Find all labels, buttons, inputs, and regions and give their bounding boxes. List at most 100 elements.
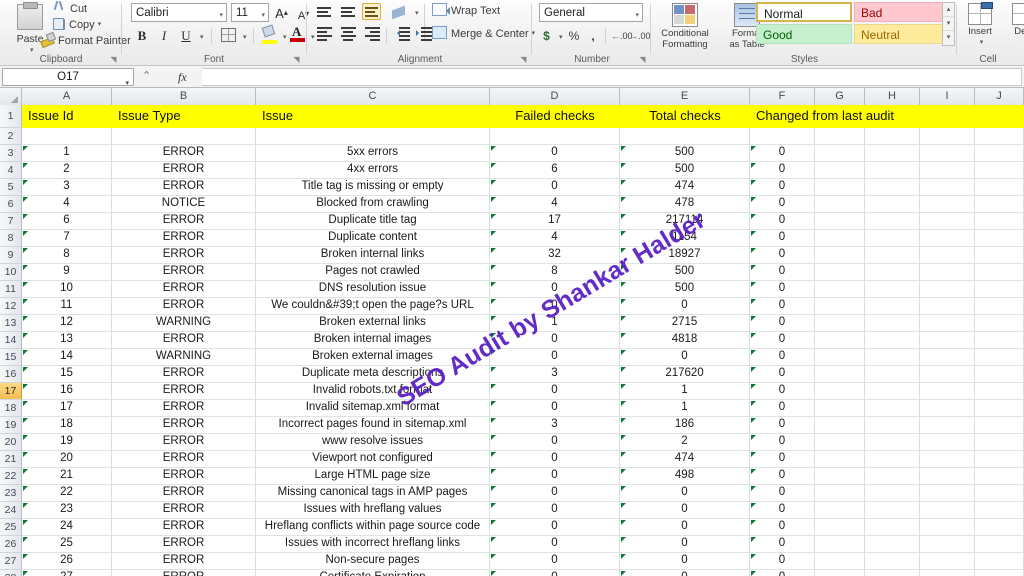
spreadsheet-grid[interactable]: ABCDEFGHIJ 1 2 3 4 5 6 7 8 9 10 11 12 13 14 15 16 17 18 19…	[0, 88, 1024, 576]
increase-decimal-button[interactable]: ←.00	[611, 26, 633, 46]
cell-failed-checks-4[interactable]: 6	[490, 162, 620, 179]
column-title-a[interactable]: Issue Id	[22, 105, 112, 128]
cell-failed-checks-6[interactable]: 4	[490, 196, 620, 213]
cell-H10[interactable]	[865, 264, 920, 281]
cell-G21[interactable]	[815, 451, 865, 468]
cell-failed-checks-20[interactable]: 0	[490, 434, 620, 451]
cell-J11[interactable]	[975, 281, 1024, 298]
cell-issue-type-27[interactable]: ERROR	[112, 553, 256, 570]
cell-H27[interactable]	[865, 553, 920, 570]
collapse-icon[interactable]: ⌃	[142, 69, 151, 82]
cell-issue-5[interactable]: Title tag is missing or empty	[256, 179, 490, 196]
cell-changed-17[interactable]: 0	[750, 383, 815, 400]
cell-changed-26[interactable]: 0	[750, 536, 815, 553]
cell-failed-checks-19[interactable]: 3	[490, 417, 620, 434]
cell-total-checks-2[interactable]	[620, 128, 750, 145]
cell-issue-id-4[interactable]: 2	[22, 162, 112, 179]
cell-changed-2[interactable]	[750, 128, 815, 145]
cell-issue-id-6[interactable]: 4	[22, 196, 112, 213]
cell-total-checks-19[interactable]: 186	[620, 417, 750, 434]
cell-G17[interactable]	[815, 383, 865, 400]
formula-input[interactable]	[202, 68, 1022, 86]
cell-issue-28[interactable]: Certificate Expiration	[256, 570, 490, 576]
cell-issue-18[interactable]: Invalid sitemap.xml format	[256, 400, 490, 417]
cell-I14[interactable]	[920, 332, 975, 349]
cell-I20[interactable]	[920, 434, 975, 451]
cell-J23[interactable]	[975, 485, 1024, 502]
cell-J20[interactable]	[975, 434, 1024, 451]
cell-issue-2[interactable]	[256, 128, 490, 145]
number-format-select[interactable]: General ▾	[539, 3, 643, 22]
cell-G13[interactable]	[815, 315, 865, 332]
cell-issue-type-26[interactable]: ERROR	[112, 536, 256, 553]
row-header-9[interactable]: 9	[0, 247, 22, 264]
cell-I7[interactable]	[920, 213, 975, 230]
row-header-16[interactable]: 16	[0, 366, 22, 383]
gallery-expand-icon[interactable]: ▾	[943, 31, 954, 45]
cell-I8[interactable]	[920, 230, 975, 247]
column-header-f[interactable]: F	[750, 88, 815, 105]
cell-total-checks-5[interactable]: 474	[620, 179, 750, 196]
cell-I9[interactable]	[920, 247, 975, 264]
italic-button[interactable]: I	[154, 26, 174, 46]
row-header-1[interactable]: 1	[0, 105, 22, 128]
cell-issue-id-24[interactable]: 23	[22, 502, 112, 519]
row-header-27[interactable]: 27	[0, 553, 22, 570]
cell-failed-checks-23[interactable]: 0	[490, 485, 620, 502]
alignment-dialog-launcher[interactable]: ◥	[519, 55, 528, 64]
cell-G15[interactable]	[815, 349, 865, 366]
column-title-e[interactable]: Total checks	[620, 105, 750, 128]
cell-H13[interactable]	[865, 315, 920, 332]
cell-G14[interactable]	[815, 332, 865, 349]
cell-issue-id-22[interactable]: 21	[22, 468, 112, 485]
cell-issue-13[interactable]: Broken external links	[256, 315, 490, 332]
merge-center-button[interactable]: Merge & Center ▾	[432, 26, 535, 42]
cell-issue-10[interactable]: Pages not crawled	[256, 264, 490, 281]
cell-J19[interactable]	[975, 417, 1024, 434]
cell-changed-15[interactable]: 0	[750, 349, 815, 366]
cell-issue-19[interactable]: Incorrect pages found in sitemap.xml	[256, 417, 490, 434]
cell-G16[interactable]	[815, 366, 865, 383]
cell-failed-checks-25[interactable]: 0	[490, 519, 620, 536]
percent-button[interactable]: %	[567, 26, 581, 46]
row-header-5[interactable]: 5	[0, 179, 22, 196]
cell-J8[interactable]	[975, 230, 1024, 247]
cell-G9[interactable]	[815, 247, 865, 264]
insert-function-icon[interactable]: fx	[178, 70, 187, 85]
cell-H6[interactable]	[865, 196, 920, 213]
cell-G8[interactable]	[815, 230, 865, 247]
cell-J16[interactable]	[975, 366, 1024, 383]
cell-J14[interactable]	[975, 332, 1024, 349]
cell-G19[interactable]	[815, 417, 865, 434]
cell-I24[interactable]	[920, 502, 975, 519]
cell-I15[interactable]	[920, 349, 975, 366]
cell-total-checks-17[interactable]: 1	[620, 383, 750, 400]
cell-style-neutral[interactable]: Neutral	[854, 24, 949, 44]
cell-issue-id-17[interactable]: 16	[22, 383, 112, 400]
cell-G18[interactable]	[815, 400, 865, 417]
cell-I11[interactable]	[920, 281, 975, 298]
grow-font-button[interactable]: A▴	[271, 2, 292, 23]
cell-total-checks-20[interactable]: 2	[620, 434, 750, 451]
row-header-26[interactable]: 26	[0, 536, 22, 553]
cell-changed-3[interactable]: 0	[750, 145, 815, 162]
cell-changed-19[interactable]: 0	[750, 417, 815, 434]
cell-H12[interactable]	[865, 298, 920, 315]
cell-issue-id-12[interactable]: 11	[22, 298, 112, 315]
cell-issue-20[interactable]: www resolve issues	[256, 434, 490, 451]
cell-changed-22[interactable]: 0	[750, 468, 815, 485]
cell-failed-checks-21[interactable]: 0	[490, 451, 620, 468]
column-header-i[interactable]: I	[920, 88, 975, 105]
cell-J4[interactable]	[975, 162, 1024, 179]
cell-issue-type-21[interactable]: ERROR	[112, 451, 256, 468]
cell-I22[interactable]	[920, 468, 975, 485]
cell-G25[interactable]	[815, 519, 865, 536]
column-title-b[interactable]: Issue Type	[112, 105, 256, 128]
cell-failed-checks-18[interactable]: 0	[490, 400, 620, 417]
cell-changed-6[interactable]: 0	[750, 196, 815, 213]
cell-I17[interactable]	[920, 383, 975, 400]
cell-changed-24[interactable]: 0	[750, 502, 815, 519]
cell-issue-type-11[interactable]: ERROR	[112, 281, 256, 298]
cell-issue-id-26[interactable]: 25	[22, 536, 112, 553]
cell-I13[interactable]	[920, 315, 975, 332]
